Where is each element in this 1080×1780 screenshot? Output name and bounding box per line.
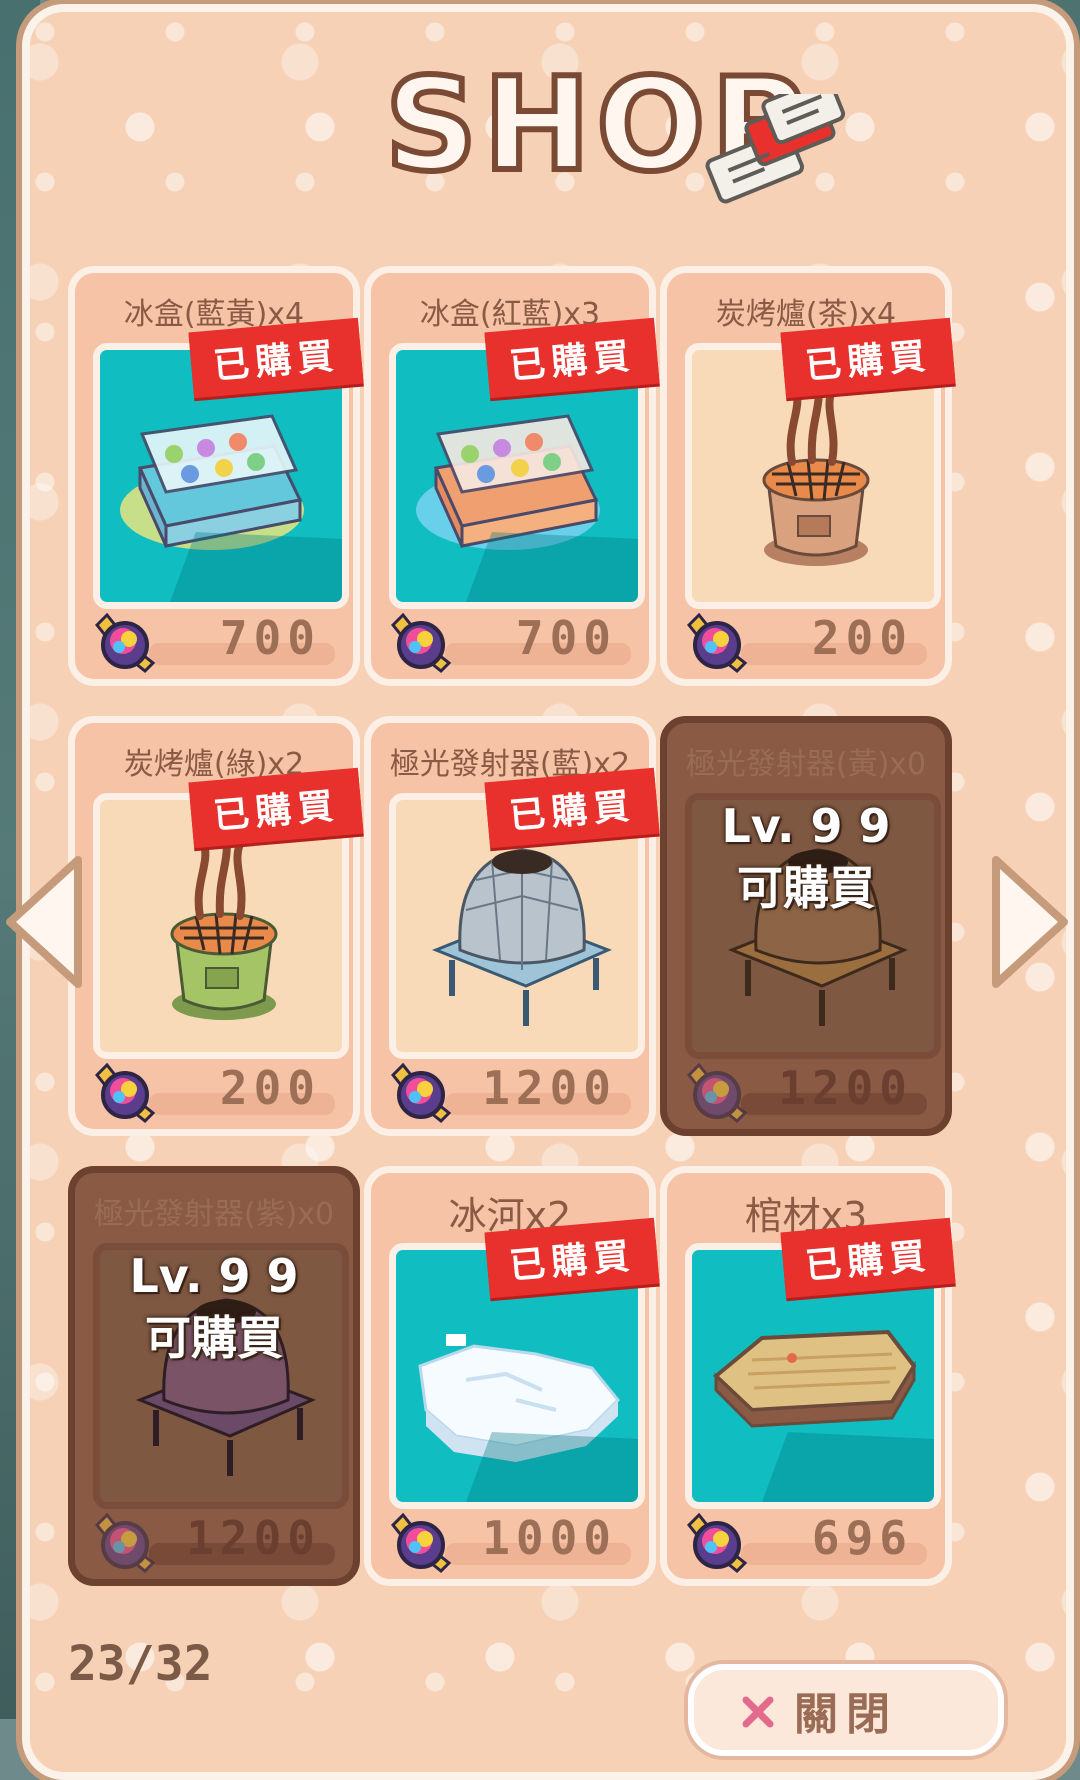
close-button[interactable]: 關閉 (688, 1664, 1004, 1756)
shop-item-card[interactable]: 炭烤爐(綠)x2 已購買 200 (68, 716, 364, 1136)
item-price: 1200 (186, 1511, 321, 1565)
shop-item-card[interactable]: 冰河x2 已購買 1000 (364, 1166, 660, 1586)
price-row: 696 (685, 1511, 927, 1574)
price-row: 1200 (93, 1511, 335, 1574)
item-price: 700 (219, 611, 321, 665)
item-name: 極光發射器(黃)x0 (685, 747, 927, 782)
price-row: 700 (93, 611, 335, 674)
level-lock-label: Lv. 9 9 可購買 (75, 1245, 353, 1369)
gem-currency-icon (390, 612, 452, 674)
item-price: 696 (811, 1511, 913, 1565)
level-requirement: Lv. 9 9 (721, 799, 891, 853)
gem-currency-icon (390, 1062, 452, 1124)
level-requirement: Lv. 9 9 (129, 1249, 299, 1303)
shop-panel: SHOP 冰盒(藍黃)x4 已購買 700 冰盒(紅藍)x3 已購買 700 炭… (22, 4, 1074, 1780)
item-price: 200 (219, 1061, 321, 1115)
ticket-icon (705, 94, 846, 204)
right-arrow-icon[interactable] (984, 852, 1074, 992)
level-lock-label: Lv. 9 9 可購買 (667, 795, 945, 919)
price-row: 1200 (389, 1061, 631, 1124)
price-row: 700 (389, 611, 631, 674)
close-label: 關閉 (794, 1689, 898, 1740)
item-price: 200 (811, 611, 913, 665)
item-price: 700 (515, 611, 617, 665)
item-price: 1200 (482, 1061, 617, 1115)
shop-item-card[interactable]: 棺材x3 已購買 696 (660, 1166, 956, 1586)
gem-currency-icon (390, 1512, 452, 1574)
price-row: 1000 (389, 1511, 631, 1574)
lock-note: 可購買 (145, 1311, 283, 1365)
gem-currency-icon (94, 612, 156, 674)
close-icon (742, 1696, 774, 1728)
shop-item-card[interactable]: 冰盒(藍黃)x4 已購買 700 (68, 266, 364, 686)
price-row: 200 (685, 611, 927, 674)
item-price: 1200 (778, 1061, 913, 1115)
shop-item-card-locked[interactable]: 極光發射器(黃)x0 Lv. 9 9 可購買 1200 (660, 716, 952, 1136)
gem-currency-icon (94, 1062, 156, 1124)
price-row: 1200 (685, 1061, 927, 1124)
item-name: 極光發射器(紫)x0 (93, 1197, 335, 1232)
gem-currency-icon (94, 1512, 156, 1574)
gem-currency-icon (686, 1512, 748, 1574)
lock-note: 可購買 (737, 861, 875, 915)
item-price: 1000 (482, 1511, 617, 1565)
left-arrow-icon[interactable] (0, 852, 90, 992)
shop-item-card[interactable]: 炭烤爐(茶)x4 已購買 200 (660, 266, 956, 686)
gem-currency-icon (686, 1062, 748, 1124)
shop-item-card[interactable]: 冰盒(紅藍)x3 已購買 700 (364, 266, 660, 686)
page-indicator: 23/32 (68, 1636, 213, 1692)
price-row: 200 (93, 1061, 335, 1124)
shop-item-card-locked[interactable]: 極光發射器(紫)x0 Lv. 9 9 可購買 1200 (68, 1166, 360, 1586)
shop-item-card[interactable]: 極光發射器(藍)x2 已購買 1200 (364, 716, 660, 1136)
gem-currency-icon (686, 612, 748, 674)
